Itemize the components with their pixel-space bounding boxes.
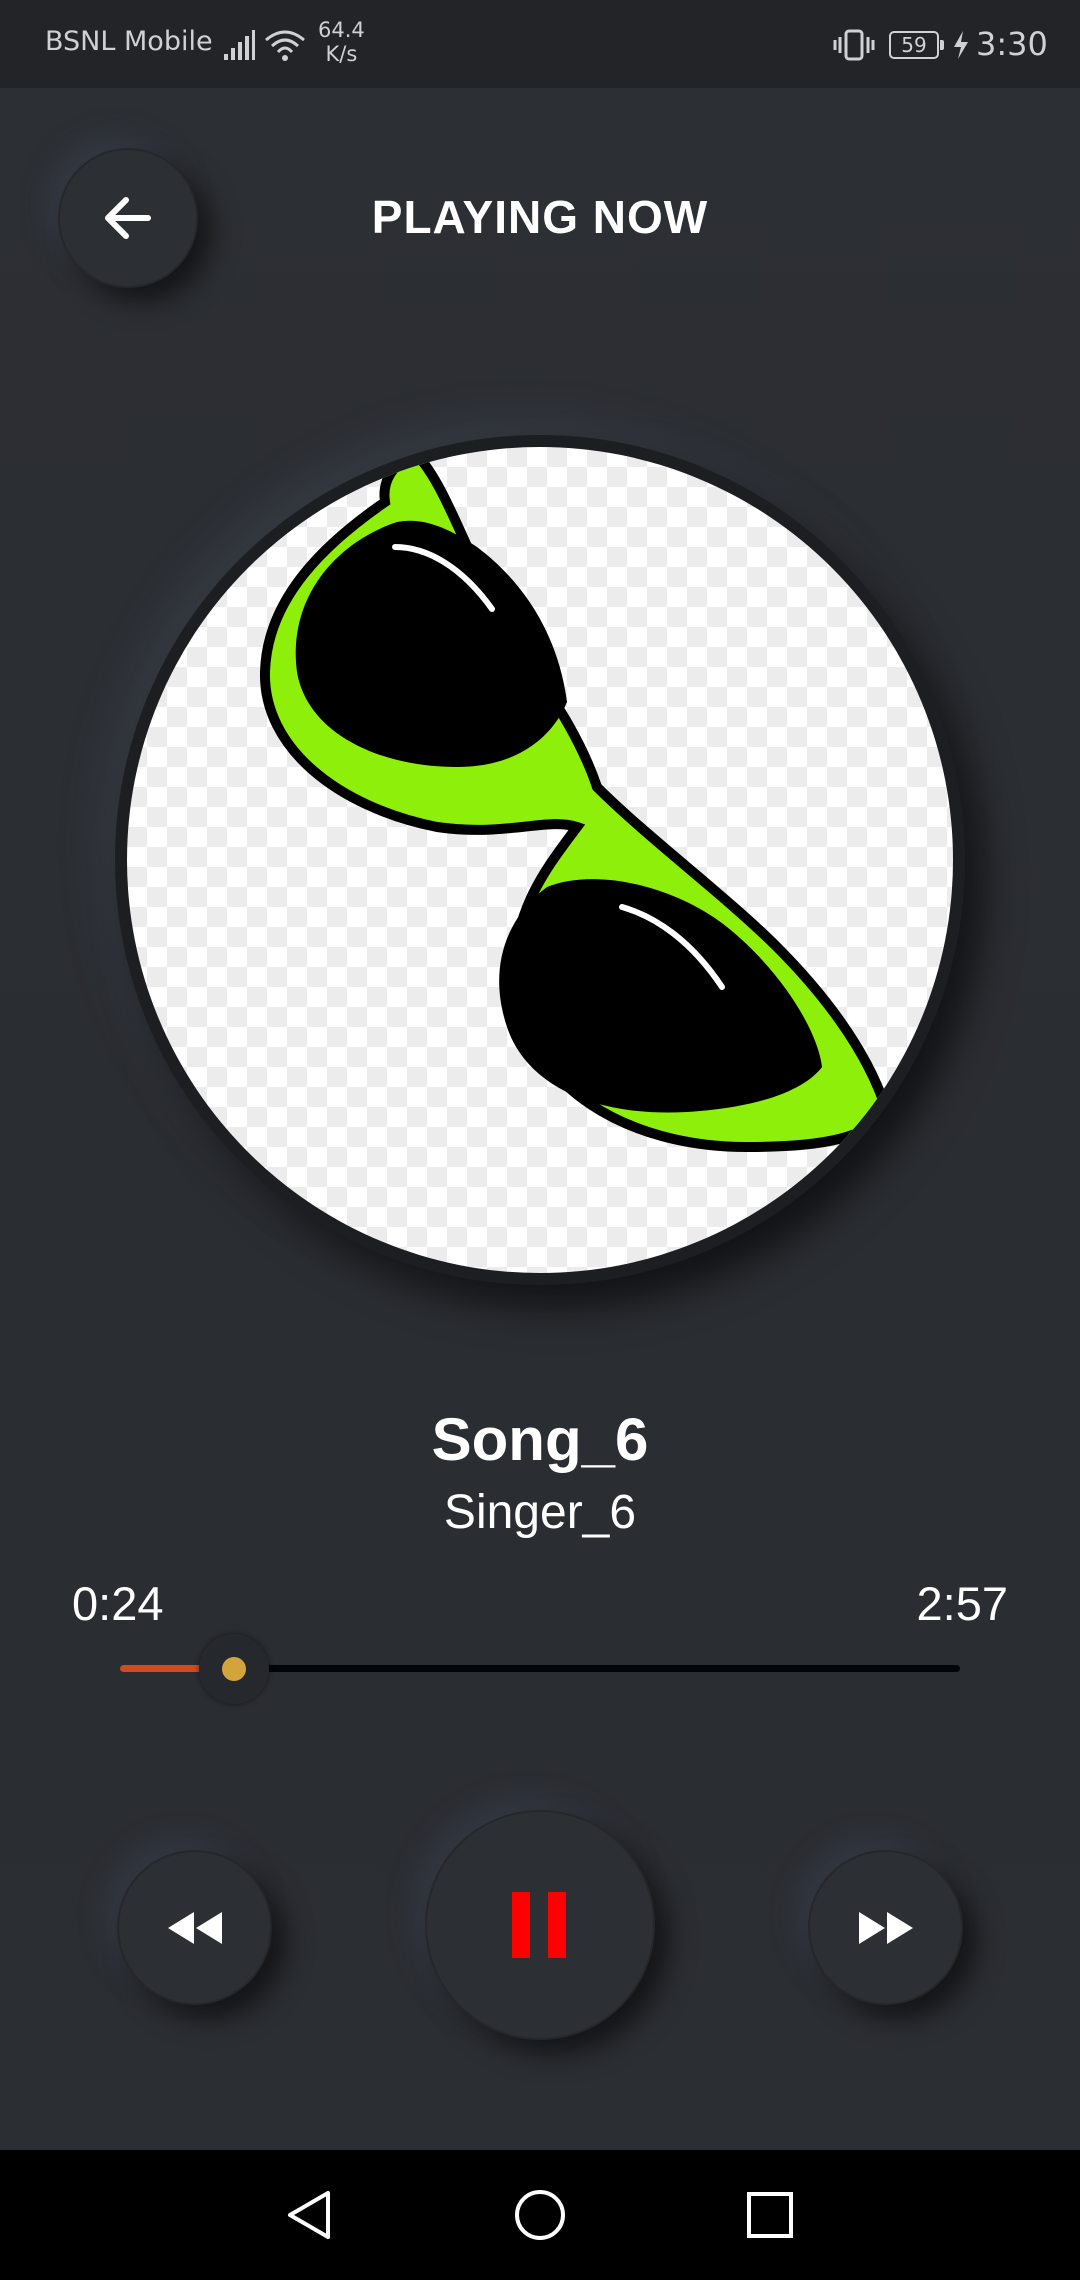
page-title: PLAYING NOW <box>371 191 709 243</box>
seek-bar[interactable] <box>120 1634 960 1704</box>
signal-icon <box>224 30 255 60</box>
carrier-name: BSNL Mobile <box>45 26 213 57</box>
pause-button[interactable] <box>425 1810 655 2040</box>
artist-name: Singer_6 <box>443 1486 637 1539</box>
status-bar: BSNL Mobile 64.4 K/s 59 3:30 <box>0 0 1080 88</box>
status-time: 3:30 <box>976 25 1048 63</box>
seek-thumb-dot <box>221 1657 246 1681</box>
album-art-image <box>127 447 953 1273</box>
sunglasses-icon <box>259 449 893 1153</box>
vibrate-icon <box>833 29 875 61</box>
navigation-bar <box>0 2150 1080 2280</box>
current-time: 0:24 <box>72 1577 164 1630</box>
charging-icon <box>954 31 968 59</box>
nav-recents-icon[interactable] <box>740 2185 800 2245</box>
fast-forward-icon <box>858 1911 913 1944</box>
rewind-icon <box>167 1911 222 1944</box>
album-art <box>115 435 965 1285</box>
seek-thumb[interactable] <box>198 1634 269 1704</box>
now-playing-screen: BSNL Mobile 64.4 K/s 59 3:30 PLAYING NOW… <box>0 0 1080 2280</box>
wifi-icon <box>265 30 305 61</box>
pause-icon <box>512 1892 566 1958</box>
fast-forward-button[interactable] <box>808 1850 963 2005</box>
back-button[interactable] <box>58 148 198 288</box>
network-speed-unit: K/s <box>325 42 358 66</box>
nav-home-icon[interactable] <box>510 2185 570 2245</box>
total-time: 2:57 <box>916 1577 1008 1630</box>
song-title: Song_6 <box>431 1406 649 1473</box>
nav-back-icon[interactable] <box>280 2185 340 2245</box>
battery-icon: 59 <box>889 31 944 59</box>
rewind-button[interactable] <box>117 1850 272 2005</box>
network-speed: 64.4 K/s <box>318 18 365 66</box>
network-speed-value: 64.4 <box>318 18 365 42</box>
arrow-left-icon <box>105 197 151 239</box>
